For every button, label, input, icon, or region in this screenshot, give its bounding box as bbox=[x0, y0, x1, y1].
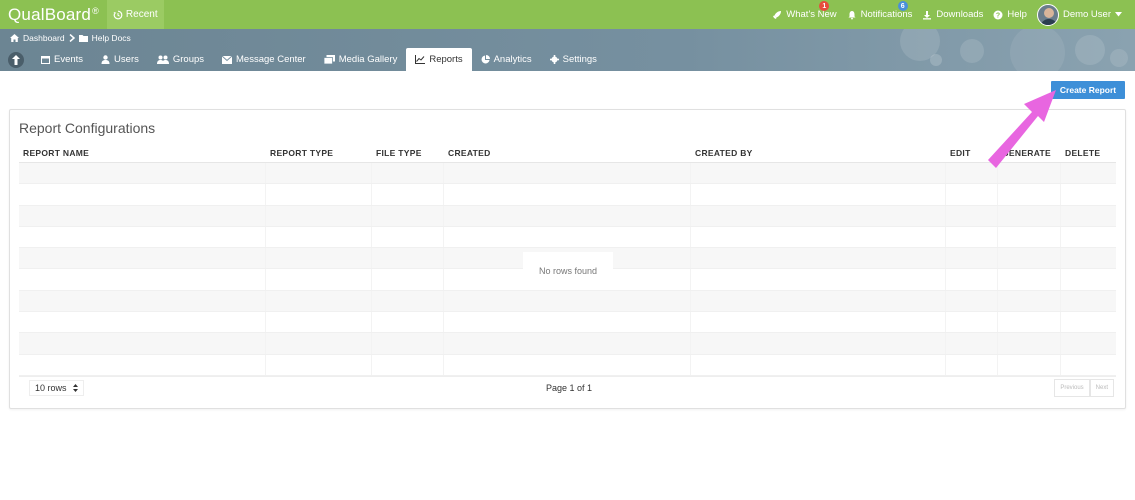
column-header-created-by[interactable]: CREATED BY bbox=[691, 144, 946, 162]
notifications-button[interactable]: Notifications 6 bbox=[842, 0, 918, 29]
column-header-report-type[interactable]: REPORT TYPE bbox=[266, 144, 372, 162]
breadcrumb-current[interactable]: Help Docs bbox=[92, 33, 131, 43]
panel-title: Report Configurations bbox=[19, 120, 156, 136]
downloads-button[interactable]: Downloads bbox=[917, 0, 988, 29]
table-row bbox=[19, 226, 1116, 249]
breadcrumb: Dashboard Help Docs bbox=[10, 33, 131, 43]
table-row bbox=[19, 205, 1116, 227]
brand-logo[interactable]: QualBoard ® bbox=[0, 5, 99, 25]
up-arrow-button[interactable] bbox=[8, 52, 24, 68]
column-header-created[interactable]: CREATED bbox=[444, 144, 691, 162]
tab-reports-label: Reports bbox=[429, 54, 463, 65]
tab-analytics[interactable]: Analytics bbox=[472, 48, 541, 71]
group-icon bbox=[156, 55, 169, 64]
page-info: Page 1 of 1 bbox=[546, 383, 593, 394]
column-header-file-type[interactable]: FILE TYPE bbox=[372, 144, 444, 162]
report-table: REPORT NAME REPORT TYPE FILE TYPE CREATE… bbox=[19, 144, 1116, 400]
user-name: Demo User bbox=[1062, 9, 1111, 20]
no-rows-message: No rows found bbox=[523, 252, 613, 290]
tab-settings-label: Settings bbox=[562, 54, 597, 65]
notifications-badge: 6 bbox=[897, 1, 908, 11]
tab-users-label: Users bbox=[114, 54, 139, 65]
chevron-right-icon bbox=[69, 34, 75, 42]
column-header-report-name[interactable]: REPORT NAME bbox=[19, 144, 266, 162]
tab-analytics-label: Analytics bbox=[493, 54, 532, 65]
tab-events[interactable]: Events bbox=[32, 48, 92, 71]
recent-button[interactable]: Recent bbox=[106, 0, 164, 29]
history-icon bbox=[113, 10, 123, 19]
nav-band: Dashboard Help Docs Events Users Groups … bbox=[0, 29, 1135, 71]
avatar bbox=[1036, 3, 1059, 26]
rocket-icon bbox=[773, 10, 782, 19]
rows-per-page-select[interactable]: 10 rows bbox=[29, 380, 84, 397]
question-circle-icon: ? bbox=[993, 10, 1003, 19]
table-header: REPORT NAME REPORT TYPE FILE TYPE CREATE… bbox=[19, 144, 1116, 163]
table-body: No rows found bbox=[19, 163, 1116, 376]
bell-icon bbox=[848, 10, 856, 19]
tab-media-gallery[interactable]: Media Gallery bbox=[315, 48, 407, 71]
report-configurations-panel: Report Configurations REPORT NAME REPORT… bbox=[9, 109, 1126, 409]
table-row bbox=[19, 312, 1116, 334]
brand-registered-mark: ® bbox=[92, 5, 99, 16]
pagination-bar: 10 rows Page 1 of 1 Previous Next bbox=[19, 375, 1116, 400]
table-row bbox=[19, 290, 1116, 313]
whats-new-label: What's New bbox=[786, 9, 837, 20]
user-menu[interactable]: Demo User bbox=[1032, 0, 1127, 29]
tab-media-gallery-label: Media Gallery bbox=[338, 54, 398, 65]
rows-per-page-value: 10 rows bbox=[35, 383, 67, 394]
help-label: Help bbox=[1007, 9, 1027, 20]
tab-groups[interactable]: Groups bbox=[148, 48, 213, 71]
tab-message-center-label: Message Center bbox=[236, 54, 306, 65]
next-page-button[interactable]: Next bbox=[1089, 379, 1114, 398]
tab-users[interactable]: Users bbox=[92, 48, 148, 71]
table-row bbox=[19, 163, 1116, 185]
breadcrumb-dashboard[interactable]: Dashboard bbox=[23, 33, 65, 43]
envelope-icon bbox=[222, 55, 233, 64]
tab-settings[interactable]: Settings bbox=[541, 48, 606, 71]
svg-text:?: ? bbox=[996, 12, 1000, 19]
gear-icon bbox=[549, 55, 559, 64]
main-tabs: Events Users Groups Message Center Media… bbox=[0, 48, 606, 71]
folder-icon bbox=[78, 34, 88, 42]
create-report-button[interactable]: Create Report bbox=[1051, 81, 1125, 99]
annotation-arrow-icon bbox=[988, 90, 1056, 168]
sort-caret-icon bbox=[72, 384, 78, 393]
caret-down-icon bbox=[1115, 12, 1122, 17]
pie-icon bbox=[481, 55, 490, 64]
arrow-up-icon bbox=[12, 55, 20, 65]
images-icon bbox=[323, 55, 335, 64]
recent-label: Recent bbox=[125, 9, 158, 20]
top-bar: QualBoard ® Recent What's New 1 Notificat… bbox=[0, 0, 1135, 29]
table-row bbox=[19, 333, 1116, 355]
tab-message-center[interactable]: Message Center bbox=[213, 48, 315, 71]
previous-page-button[interactable]: Previous bbox=[1054, 379, 1090, 398]
table-row bbox=[19, 184, 1116, 206]
download-icon bbox=[923, 10, 932, 19]
column-header-delete[interactable]: DELETE bbox=[1061, 144, 1116, 162]
table-row bbox=[19, 354, 1116, 376]
chart-icon bbox=[415, 55, 426, 64]
tab-events-label: Events bbox=[54, 54, 84, 65]
home-icon bbox=[10, 34, 19, 42]
whats-new-button[interactable]: What's New 1 bbox=[767, 0, 841, 29]
tab-groups-label: Groups bbox=[172, 54, 205, 65]
downloads-label: Downloads bbox=[936, 9, 984, 20]
calendar-icon bbox=[41, 56, 50, 64]
top-right-menu: What's New 1 Notifications 6 Downloads ?… bbox=[767, 0, 1127, 29]
user-icon bbox=[101, 55, 110, 64]
tab-reports[interactable]: Reports bbox=[406, 48, 472, 71]
pagination-buttons: Previous Next bbox=[1054, 379, 1114, 398]
help-button[interactable]: ? Help bbox=[988, 0, 1032, 29]
brand-name: QualBoard bbox=[8, 4, 92, 24]
